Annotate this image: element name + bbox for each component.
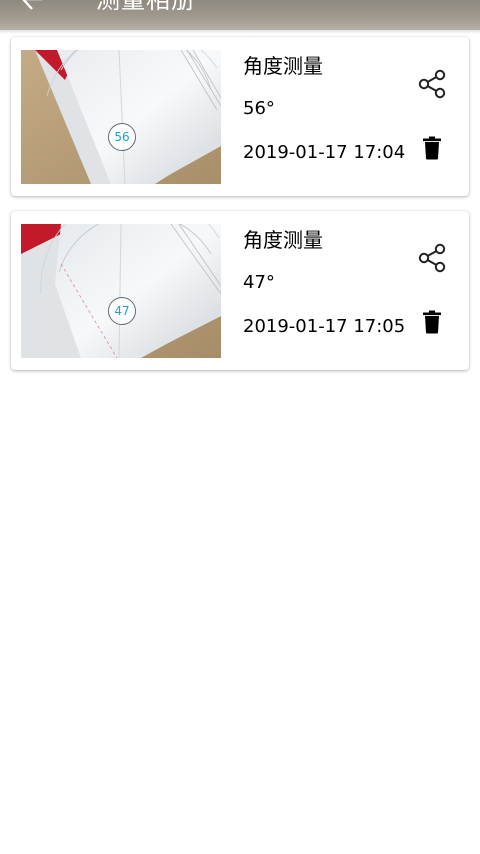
record-card[interactable]: 56 角度测量 56° 2019-01-17 17:04	[11, 37, 469, 196]
back-arrow-icon[interactable]	[18, 0, 44, 12]
record-title: 角度测量	[243, 228, 323, 252]
share-button[interactable]	[413, 241, 451, 279]
trash-icon	[422, 310, 442, 338]
page-title: 测量相册	[96, 0, 196, 14]
angle-badge: 56	[108, 123, 136, 151]
measurement-photo[interactable]: 56	[21, 50, 221, 184]
trash-icon	[422, 136, 442, 164]
record-card[interactable]: 47 角度测量 47° 2019-01-17 17:05	[11, 211, 469, 370]
share-button[interactable]	[413, 67, 451, 105]
share-icon	[416, 242, 448, 278]
angle-badge: 47	[108, 297, 136, 325]
measurement-photo[interactable]: 47	[21, 224, 221, 358]
record-angle: 47°	[243, 272, 275, 293]
app-bar: 测量相册	[0, 0, 480, 30]
share-icon	[416, 68, 448, 104]
record-title: 角度测量	[243, 54, 323, 78]
app-bar-shadow	[0, 30, 480, 34]
record-datetime: 2019-01-17 17:05	[243, 316, 406, 337]
delete-button[interactable]	[415, 307, 449, 341]
delete-button[interactable]	[415, 133, 449, 167]
record-angle: 56°	[243, 98, 275, 119]
record-datetime: 2019-01-17 17:04	[243, 142, 406, 163]
